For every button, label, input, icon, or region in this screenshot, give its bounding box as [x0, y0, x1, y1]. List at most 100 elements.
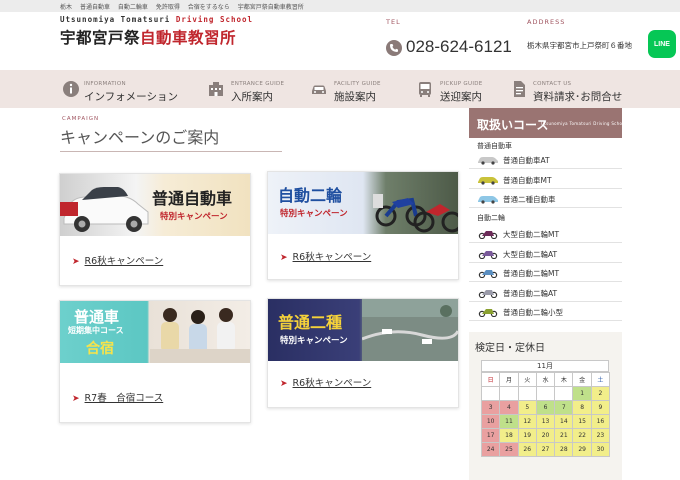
- campaign-link[interactable]: ➤ R6秋キャンペーン: [72, 253, 163, 267]
- campaign-link-text: R6秋キャンペーン: [292, 252, 372, 263]
- course-item-label: 大型自動二輪MT: [503, 230, 560, 239]
- nav-item-contact[interactable]: CONTACT US 資料請求･お問合せ: [510, 70, 623, 108]
- breadcrumb-item[interactable]: 栃木: [60, 4, 72, 11]
- course-sidebar-subtitle: Utsunomiya Tomatsuri Driving School: [541, 121, 627, 126]
- calendar-day: 26: [517, 442, 537, 457]
- calendar-day: 19: [517, 428, 537, 443]
- nav-jp: 施設案内: [334, 91, 376, 103]
- course-item-label: 普通自動車MT: [503, 175, 552, 185]
- calendar-day: [517, 386, 537, 401]
- logo-english[interactable]: Utsunomiya Tomatsuri Driving School: [60, 15, 253, 24]
- calendar-weekday: 火: [517, 372, 537, 387]
- campaign-card-motorcycle[interactable]: 自動二輪 特別キャンペーン ➤ R6秋キャンペーン: [267, 171, 459, 280]
- campaign-card-car[interactable]: 普通自動車 特別キャンペーン ➤ R6秋キャンペーン: [59, 173, 251, 286]
- campaign-banner-motorcycle[interactable]: 自動二輪 特別キャンペーン: [268, 172, 458, 234]
- nav-item-entrance[interactable]: ENTRANCE GUIDE 入所案内: [207, 70, 297, 108]
- course-item-label: 普通自動二輪MT: [503, 269, 560, 278]
- calendar-day: 21: [554, 428, 574, 443]
- building-icon: [209, 82, 223, 96]
- calendar-title: 検定日・定休日: [475, 343, 545, 354]
- car-icon: [312, 85, 326, 94]
- nav-jp: 資料請求･お問合せ: [533, 91, 623, 103]
- banner-title: 普通自動車: [152, 189, 233, 208]
- calendar-day: 1: [572, 386, 592, 401]
- course-item[interactable]: 普通二種自動車: [469, 189, 622, 208]
- calendar-day: 14: [554, 414, 574, 429]
- calendar-day: 3: [480, 400, 501, 415]
- line-button[interactable]: LINE: [648, 30, 676, 58]
- section-title: キャンペーンのご案内: [60, 128, 220, 147]
- logo-jp-main: 宇都宮戸祭: [60, 29, 141, 47]
- campaign-banner-car[interactable]: 普通自動車 特別キャンペーン: [60, 174, 250, 236]
- calendar-grid: 日月火水木金土 1 2 3 4 5 6 7 8 9 10 11 12 13 14 15 16 17 18 19 20 21…: [480, 372, 611, 457]
- calendar-box: 検定日・定休日 11月 日月火水木金土 1 2 3 4 5 6 7 8 9 10 11 12 13 14 15…: [469, 332, 622, 480]
- banner-sub: 特別キャンペーン: [280, 336, 348, 346]
- banner-title: 普通二種: [278, 313, 343, 332]
- nav-item-information[interactable]: INFORMATION インフォメーション: [60, 70, 200, 108]
- course-item-label: 普通自動二輪小型: [503, 308, 563, 317]
- logo-jp-accent: 自動車教習所: [140, 29, 237, 47]
- banner-sub: 短期集中コース: [68, 326, 124, 335]
- course-item[interactable]: 普通自動車AT: [469, 150, 622, 169]
- calendar-day: 23: [590, 428, 611, 443]
- motorcycle-icon: [478, 289, 498, 298]
- calendar-day: 25: [499, 442, 519, 457]
- nav-item-facility[interactable]: FACILITY GUIDE 施設案内: [310, 70, 400, 108]
- calendar-month: 11月: [481, 360, 609, 372]
- car-icon: [478, 196, 498, 204]
- course-item[interactable]: 普通自動二輪AT: [469, 283, 622, 302]
- calendar-day: [480, 386, 501, 401]
- breadcrumb-item[interactable]: 合宿をするなら: [188, 4, 230, 11]
- campaign-banner-second-class[interactable]: 普通二種 特別キャンペーン: [268, 299, 458, 361]
- campaign-link[interactable]: ➤ R6秋キャンペーン: [280, 375, 371, 389]
- calendar-day: [554, 386, 574, 401]
- banner-sub: 特別キャンペーン: [280, 209, 348, 219]
- arrow-icon: ➤: [280, 253, 288, 263]
- calendar-day: 4: [499, 400, 519, 415]
- logo-japanese[interactable]: 宇都宮戸祭自動車教習所: [60, 26, 236, 48]
- car-photo: [60, 187, 149, 232]
- course-item[interactable]: 普通自動車MT: [469, 170, 622, 189]
- section-divider: [60, 151, 282, 152]
- campaign-banner-camp[interactable]: 普通車 短期集中コース 合宿: [60, 301, 250, 363]
- arrow-icon: ➤: [72, 394, 80, 404]
- nav-en: CONTACT US: [533, 81, 572, 87]
- calendar-weekday: 木: [554, 372, 574, 387]
- calendar-day: 15: [572, 414, 592, 429]
- calendar-weekday: 金: [572, 372, 592, 387]
- calendar-day: 12: [517, 414, 537, 429]
- breadcrumb-item[interactable]: 宇都宮戸祭自動車教習所: [238, 4, 304, 11]
- course-item[interactable]: 普通自動二輪MT: [469, 263, 622, 282]
- students-photo: [150, 308, 250, 363]
- tel-number[interactable]: 028-624-6121: [406, 37, 512, 57]
- top-strip: 栃木 普通自動車 自動二輪車 免許取得 合宿をするなら 宇都宮戸祭自動車教習所: [0, 0, 680, 12]
- campaign-card-second-class[interactable]: 普通二種 特別キャンペーン ➤ R6秋キャンペーン: [267, 298, 459, 408]
- section-label: CAMPAIGN: [62, 116, 100, 122]
- calendar-weekday: 土: [590, 372, 611, 387]
- course-item[interactable]: 普通自動二輪小型: [469, 302, 622, 321]
- campaign-card-camp[interactable]: 普通車 短期集中コース 合宿 ➤ R7春 合宿コース: [59, 300, 251, 423]
- calendar-day: 5: [517, 400, 537, 415]
- banner-sub: 特別キャンペーン: [160, 212, 228, 222]
- nav-jp: 送迎案内: [440, 91, 482, 103]
- document-icon: [514, 81, 525, 97]
- calendar-day: 13: [535, 414, 556, 429]
- nav-item-pickup[interactable]: PICKUP GUIDE 送迎案内: [416, 70, 506, 108]
- calendar-day: 20: [535, 428, 556, 443]
- course-item[interactable]: 大型自動二輪AT: [469, 244, 622, 263]
- course-sidebar-title: 取扱いコース: [477, 118, 549, 132]
- calendar-day: 9: [590, 400, 611, 415]
- campaign-link[interactable]: ➤ R7春 合宿コース: [72, 390, 163, 404]
- calendar-weekday: 月: [499, 372, 519, 387]
- breadcrumb-item[interactable]: 自動二輪車: [118, 4, 148, 11]
- breadcrumb-item[interactable]: 免許取得: [156, 4, 180, 11]
- course-item[interactable]: 大型自動二輪MT: [469, 224, 622, 243]
- breadcrumb-item[interactable]: 普通自動車: [80, 4, 110, 11]
- phone-icon: [386, 40, 402, 56]
- banner-title: 普通車: [74, 308, 120, 326]
- calendar-day: 7: [554, 400, 574, 415]
- nav-jp: インフォメーション: [84, 91, 178, 103]
- campaign-link[interactable]: ➤ R6秋キャンペーン: [280, 249, 371, 263]
- calendar-day: 24: [480, 442, 501, 457]
- car-icon: [478, 157, 498, 165]
